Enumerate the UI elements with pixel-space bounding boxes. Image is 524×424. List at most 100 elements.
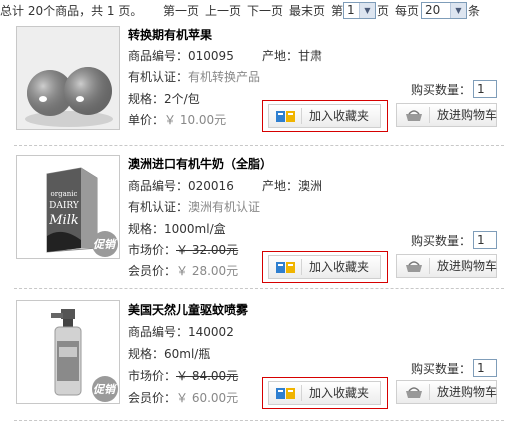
product-title[interactable]: 转换期有机苹果 (128, 26, 212, 43)
svg-text:DAIRY: DAIRY (49, 201, 80, 211)
item-divider (14, 145, 504, 146)
button-separator (429, 107, 430, 123)
member-price-label: 会员价： (128, 391, 177, 405)
product-image[interactable]: 促销 (16, 300, 120, 404)
market-price-row: 市场价：￥ 84.00元 (128, 367, 238, 384)
button-separator (429, 384, 430, 400)
svg-text:organic: organic (51, 190, 78, 198)
folder-icon (276, 111, 295, 122)
product-title[interactable]: 美国天然儿童驱蚊喷雾 (128, 301, 248, 318)
market-price: ￥ 84.00元 (176, 369, 239, 383)
qty-input[interactable]: 1 (473, 231, 497, 249)
qty-label: 购买数量： (411, 362, 472, 376)
origin-label: 产地： (262, 49, 299, 63)
member-price: ￥ 60.00元 (176, 391, 239, 405)
basket-icon (406, 261, 422, 272)
pagination-summary: 总计 20个商品，共 1 页。 (0, 4, 143, 18)
member-price-label: 会员价： (128, 264, 177, 278)
product-code-row: 商品编号：020016 (128, 177, 234, 194)
market-price: ￥ 32.00元 (176, 243, 239, 257)
button-separator (301, 385, 302, 401)
product-price-row: 单价：￥ 10.00元 (128, 111, 226, 128)
per-page-select-value: 20 (425, 3, 441, 17)
per-page-suffix-label: 条 (468, 4, 481, 18)
product-origin: 甘肃 (298, 49, 323, 63)
pagination-bar: 总计 20个商品，共 1 页。 第一页 上一页 下一页 最末页 第 1 ▼ 页 … (0, 0, 524, 22)
add-to-cart-button[interactable]: 放进购物车 (396, 103, 497, 127)
market-price-label: 市场价： (128, 369, 177, 383)
organic-label: 有机认证： (128, 70, 189, 84)
product-origin-row: 产地：澳洲 (262, 177, 322, 194)
add-favorite-label: 加入收藏夹 (309, 109, 370, 123)
per-page-select[interactable]: 20 ▼ (421, 2, 467, 19)
add-to-cart-label: 放进购物车 (437, 259, 498, 273)
add-to-cart-label: 放进购物车 (437, 108, 498, 122)
add-favorite-button[interactable]: 加入收藏夹 (268, 381, 381, 405)
product-organic: 有机转换产品 (188, 70, 261, 84)
favorite-highlight: 加入收藏夹 (262, 377, 388, 409)
add-to-cart-button[interactable]: 放进购物车 (396, 254, 497, 278)
add-favorite-button[interactable]: 加入收藏夹 (268, 104, 381, 128)
product-origin: 澳洲 (298, 179, 323, 193)
product-spec-row: 规格：1000ml/盒 (128, 220, 226, 237)
product-title[interactable]: 澳洲进口有机牛奶（全脂） (128, 155, 272, 172)
button-separator (301, 259, 302, 275)
organic-label: 有机认证： (128, 200, 189, 214)
product-image[interactable] (16, 26, 120, 130)
product-organic-row: 有机认证：澳洲有机认证 (128, 198, 260, 215)
product-code-row: 商品编号：140002 (128, 323, 234, 340)
item-divider (14, 288, 504, 289)
add-to-cart-button[interactable]: 放进购物车 (396, 380, 497, 404)
spec-label: 规格： (128, 92, 165, 106)
last-page-link[interactable]: 最末页 (289, 0, 325, 22)
product-organic: 澳洲有机认证 (188, 200, 261, 214)
member-price-row: 会员价：￥ 60.00元 (128, 389, 238, 406)
page-suffix-label: 页 (377, 4, 390, 18)
item-divider (14, 420, 504, 421)
spec-label: 规格： (128, 347, 165, 361)
button-separator (429, 258, 430, 274)
product-spec-row: 规格：60ml/瓶 (128, 345, 210, 362)
prev-page-link[interactable]: 上一页 (205, 0, 241, 22)
qty-input[interactable]: 1 (473, 80, 497, 98)
button-separator (301, 108, 302, 124)
product-code: 010095 (188, 49, 234, 63)
add-favorite-label: 加入收藏夹 (309, 386, 370, 400)
basket-icon (406, 110, 422, 121)
product-spec: 60ml/瓶 (164, 347, 211, 361)
qty-input[interactable]: 1 (473, 359, 497, 377)
qty-label: 购买数量： (411, 83, 472, 97)
qty-label: 购买数量： (411, 234, 472, 248)
per-page-label: 每页 (395, 4, 420, 18)
first-page-link[interactable]: 第一页 (163, 0, 199, 22)
code-label: 商品编号： (128, 49, 189, 63)
unit-price: ￥ 10.00元 (164, 113, 227, 127)
market-price-label: 市场价： (128, 243, 177, 257)
member-price: ￥ 28.00元 (176, 264, 239, 278)
next-page-link[interactable]: 下一页 (247, 0, 283, 22)
code-label: 商品编号： (128, 179, 189, 193)
chevron-down-icon: ▼ (359, 3, 375, 18)
market-price-row: 市场价：￥ 32.00元 (128, 241, 238, 258)
promo-badge: 促销 (93, 383, 115, 396)
promo-badge: 促销 (93, 238, 115, 251)
apples-photo-icon (17, 27, 119, 129)
member-price-row: 会员价：￥ 28.00元 (128, 262, 238, 279)
folder-icon (276, 262, 295, 273)
product-code: 140002 (188, 325, 234, 339)
page-select[interactable]: 1 ▼ (343, 2, 376, 19)
add-to-cart-label: 放进购物车 (437, 385, 498, 399)
favorite-highlight: 加入收藏夹 (262, 251, 388, 283)
product-code-row: 商品编号：010095 (128, 47, 234, 64)
page-select-value: 1 (347, 3, 355, 17)
favorite-highlight: 加入收藏夹 (262, 100, 388, 132)
product-code: 020016 (188, 179, 234, 193)
add-favorite-label: 加入收藏夹 (309, 260, 370, 274)
origin-label: 产地： (262, 179, 299, 193)
product-image[interactable]: organic DAIRY Milk 促销 (16, 155, 120, 259)
svg-text:Milk: Milk (48, 213, 79, 228)
page-prefix-label: 第 (331, 4, 344, 18)
add-favorite-button[interactable]: 加入收藏夹 (268, 255, 381, 279)
unit-price-label: 单价： (128, 113, 165, 127)
code-label: 商品编号： (128, 325, 189, 339)
